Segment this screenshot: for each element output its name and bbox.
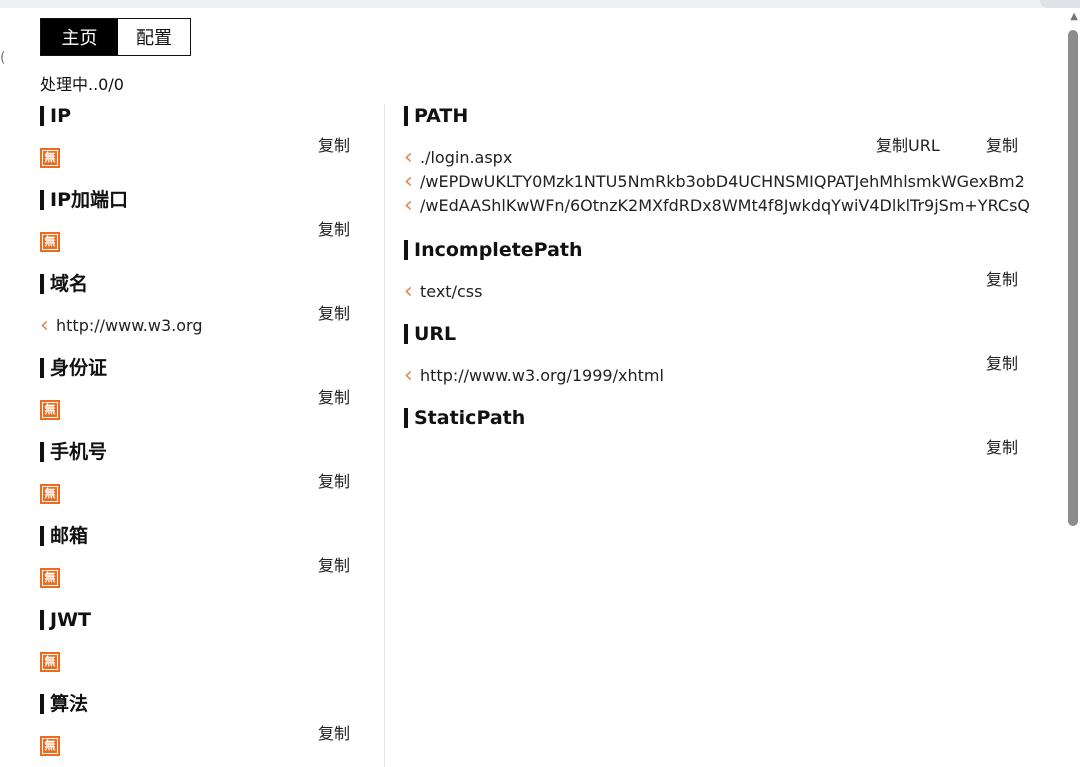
title-bar [40, 274, 44, 294]
title-bar [404, 408, 408, 428]
copy-button[interactable]: 复制 [986, 434, 1018, 458]
value-text: http://www.w3.org/1999/xhtml [420, 366, 664, 385]
empty-badge-icon: 無 [40, 568, 60, 588]
chevron-left-icon: ‹ [404, 172, 413, 191]
title-bar [40, 526, 44, 546]
section-title: IncompletePath [404, 238, 583, 262]
copy-button[interactable]: 复制 [318, 216, 350, 240]
tab-config[interactable]: 配置 [118, 19, 190, 55]
chevron-left-icon: ‹ [404, 148, 413, 167]
section-title-text: StaticPath [414, 407, 526, 429]
section-title-text: IncompletePath [414, 239, 583, 261]
section-title: 手机号 [40, 440, 107, 464]
empty-badge-icon: 無 [40, 484, 60, 504]
empty-badge-icon: 無 [40, 232, 60, 252]
section-title: 身份证 [40, 356, 107, 380]
section-title: IP [40, 104, 71, 128]
title-bar [40, 358, 44, 378]
section-title: 算法 [40, 692, 88, 716]
section-incomplete-path: IncompletePath 复制 ‹ text/css [404, 238, 1064, 308]
tab-home[interactable]: 主页 [41, 19, 118, 55]
section-title-text: PATH [414, 105, 469, 127]
browser-top-strip [0, 0, 1080, 8]
section-path: PATH 复制URL 复制 ‹ ./login.aspx ‹/wEPDwUKLTY… [404, 104, 1064, 226]
chevron-left-icon: ‹ [40, 316, 49, 335]
tab-bar: 主页 配置 [40, 18, 191, 56]
list-item[interactable]: ‹ /wEdAAShlKwWFn/6OtnzK2MXfdRDx8WMt4f8Jwk… [404, 196, 1064, 215]
section-title: URL [404, 322, 456, 346]
empty-badge-icon: 無 [40, 400, 60, 420]
section-title-text: IP加端口 [50, 189, 128, 211]
section-title-text: 域名 [50, 273, 89, 295]
copy-button[interactable]: 复制 [318, 300, 350, 324]
section-title: 域名 [40, 272, 88, 296]
section-jwt: JWT 無 [40, 608, 360, 678]
empty-badge-icon: 無 [40, 148, 60, 168]
copy-button[interactable]: 复制 [318, 132, 350, 156]
window-corner [1040, 0, 1080, 8]
copy-button[interactable]: 复制 [318, 384, 350, 408]
section-title-text: 手机号 [50, 441, 108, 463]
copy-button[interactable]: 复制 [318, 552, 350, 576]
title-bar [404, 106, 408, 126]
section-title: StaticPath [404, 406, 525, 430]
title-bar [40, 106, 44, 126]
list-item[interactable]: ‹ text/css [404, 282, 1064, 301]
value-text: text/css [420, 282, 483, 301]
chevron-left-icon: ‹ [404, 282, 413, 301]
section-url: URL 复制 ‹ http://www.w3.org/1999/xhtml [404, 322, 1064, 392]
value-text: http://www.w3.org [56, 316, 203, 335]
title-bar [40, 694, 44, 714]
list-item[interactable]: ‹ /wEPDwUKLTY0Mzk1NTU5NmRkb3obD4UCHNSMIQP… [404, 172, 1064, 191]
edge-mark: ( [0, 50, 6, 66]
section-title-text: 邮箱 [50, 525, 89, 547]
section-ip: IP 复制 無 [40, 104, 360, 174]
section-ip-port: IP加端口 复制 無 [40, 188, 360, 258]
value-text: /wEPDwUKLTY0Mzk1NTU5NmRkb3obD4UCHNSMIQPA… [420, 172, 1025, 191]
section-title-text: URL [414, 323, 457, 345]
section-title-text: 身份证 [50, 357, 108, 379]
list-item[interactable]: ‹ ./login.aspx [404, 148, 1064, 167]
empty-badge-icon: 無 [40, 652, 60, 672]
triangle-up-icon[interactable]: ▲ [1070, 11, 1078, 22]
copy-button[interactable]: 复制 [318, 468, 350, 492]
title-bar [40, 610, 44, 630]
value-text: /wEdAAShlKwWFn/6OtnzK2MXfdRDx8WMt4f8Jwkd… [420, 196, 1030, 215]
list-item[interactable]: ‹ http://www.w3.org/1999/xhtml [404, 366, 1064, 385]
section-title-text: 算法 [50, 693, 89, 715]
chevron-left-icon: ‹ [404, 196, 413, 215]
section-algorithm: 算法 复制 無 [40, 692, 360, 762]
section-title: IP加端口 [40, 188, 128, 212]
section-email: 邮箱 复制 無 [40, 524, 360, 594]
title-bar [40, 442, 44, 462]
section-id-card: 身份证 复制 無 [40, 356, 360, 426]
column-divider [384, 104, 385, 767]
chevron-left-icon: ‹ [404, 366, 413, 385]
processing-status: 处理中..0/0 [40, 75, 124, 94]
section-title: PATH [404, 104, 468, 128]
scroll-thumb[interactable] [1068, 30, 1078, 526]
title-bar [40, 190, 44, 210]
title-bar [404, 240, 408, 260]
value-text: ./login.aspx [420, 148, 513, 167]
list-item[interactable]: ‹ http://www.w3.org [40, 316, 202, 335]
section-title: JWT [40, 608, 91, 632]
section-title: 邮箱 [40, 524, 88, 548]
section-title-text: JWT [50, 609, 91, 631]
empty-badge-icon: 無 [40, 736, 60, 756]
section-domain: 域名 复制 ‹ http://www.w3.org [40, 272, 360, 342]
section-static-path: StaticPath 复制 [404, 406, 1064, 458]
copy-button[interactable]: 复制 [318, 720, 350, 744]
section-title-text: IP [50, 105, 71, 127]
title-bar [404, 324, 408, 344]
section-phone: 手机号 复制 無 [40, 440, 360, 510]
